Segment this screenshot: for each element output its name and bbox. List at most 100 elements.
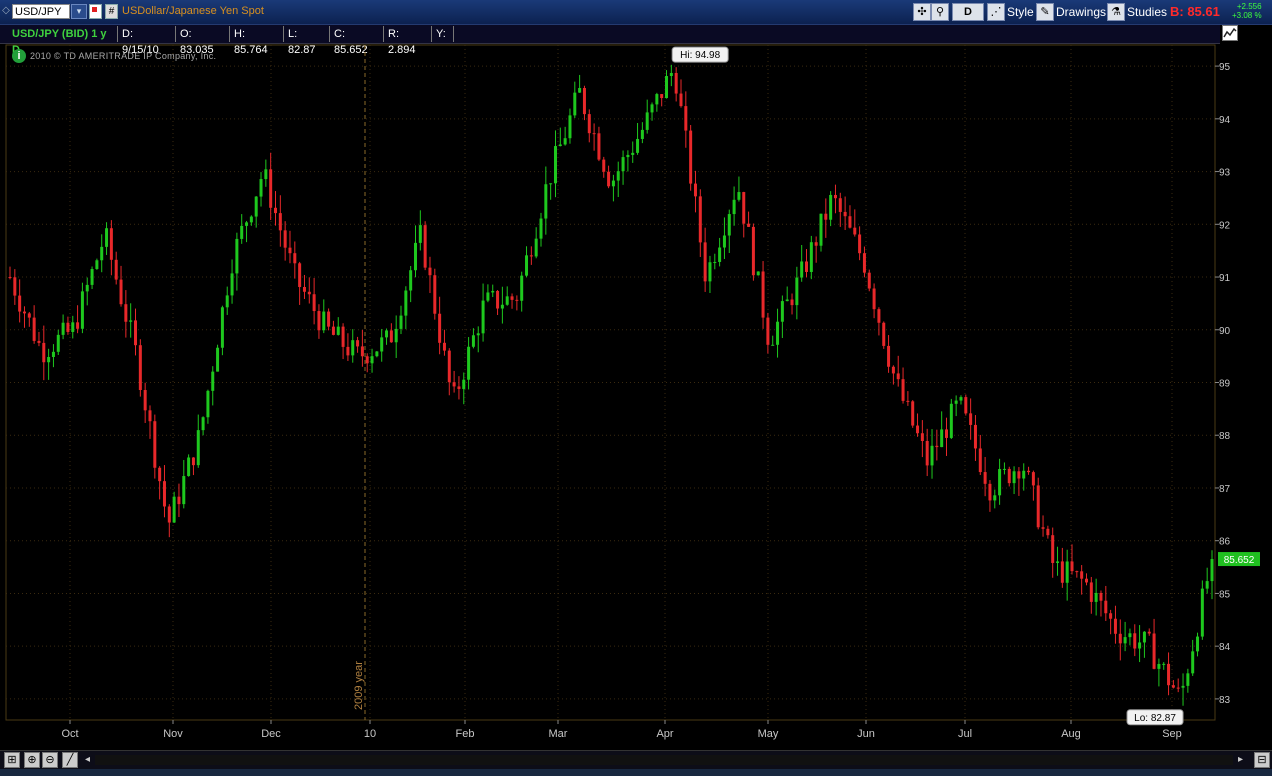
candle-body [1036,485,1040,528]
candle [669,64,673,87]
candle [457,376,461,400]
candle [27,311,31,327]
candle-body [288,247,292,254]
candle [809,235,813,280]
zoom-in-icon[interactable]: ⊕ [24,752,40,768]
crosshair-icon[interactable]: ✣ [913,3,931,21]
candle-body [862,253,866,273]
color-link-icon[interactable] [89,4,102,19]
candle [665,70,669,99]
symbol-dropdown-button[interactable]: ▾ [71,4,87,19]
horizontal-scrollbar[interactable] [95,755,1233,765]
candle-body [800,261,804,278]
candle-body [404,290,408,316]
drawings-icon[interactable]: ✎ [1036,3,1054,21]
candle [413,225,417,278]
candle [143,382,147,423]
candle [1200,580,1204,640]
candle [404,286,408,330]
candle-body [322,311,326,331]
style-button[interactable]: Style [1007,4,1034,20]
hash-button[interactable]: # [105,4,118,19]
candle [47,348,51,380]
candle [418,210,422,251]
timeframe-button[interactable]: D [952,3,984,21]
candle [674,67,678,102]
draw-line-icon[interactable]: ╱ [62,752,78,768]
candle [486,284,490,303]
candle-body [18,295,22,312]
candle-body [925,440,929,466]
candle [1002,462,1006,475]
candle [481,283,485,342]
candle-body [187,457,191,477]
candle [322,299,326,334]
candle-body [742,192,746,224]
candle [389,323,393,343]
y-tick-label: 95 [1219,62,1231,73]
candle-body [636,138,640,153]
candle [597,126,601,162]
candle [201,416,205,436]
candle [722,217,726,260]
candle [578,74,582,93]
candle [573,81,577,119]
symbol-input[interactable]: USD/JPY [12,4,70,19]
candle [211,366,215,406]
candle [891,365,895,385]
candle-body [751,226,755,276]
candle [969,398,973,440]
x-tick-label: May [758,728,779,740]
candle [882,321,886,349]
candle [930,429,934,479]
studies-button[interactable]: Studies [1127,4,1167,20]
candle-body [220,307,224,348]
style-icon[interactable]: ⋰ [987,3,1005,21]
candle-body [539,218,543,239]
studies-icon[interactable]: ⚗ [1107,3,1125,21]
expand-panel-icon[interactable]: ⊟ [1254,752,1270,768]
candle-body [90,268,94,285]
candle-body [563,138,567,145]
x-tick-label: Aug [1061,728,1081,740]
candle-body [891,366,895,374]
candle [1123,621,1127,652]
candle [529,246,533,265]
candle [71,315,75,339]
scroll-left-arrow[interactable]: ◂ [85,755,95,765]
candle-body [167,506,171,523]
candle-body [336,326,340,335]
candle-body [949,403,953,438]
candle-body [795,277,799,306]
candle [983,456,987,497]
candle [380,328,384,362]
candle [385,328,389,345]
candle-body [32,317,36,341]
candle-body [413,242,417,271]
candle-body [1012,471,1016,484]
candle [964,394,968,416]
expand-icon[interactable]: ◇ [2,4,10,19]
candle-body [476,333,480,336]
zoom-icon[interactable]: ⚲ [931,3,949,21]
candle-body [756,271,760,276]
candle-body [380,337,384,352]
candle-body [761,271,765,318]
candle [269,152,273,221]
hi-callout: Hi: 94.98 [671,46,729,63]
candle [336,317,340,336]
x-tick-label: Sep [1162,728,1182,740]
x-tick-label: Apr [656,728,673,740]
drawings-button[interactable]: Drawings [1056,4,1106,20]
zoom-out-icon[interactable]: ⊖ [42,752,58,768]
candle-body [385,330,389,338]
scroll-right-arrow[interactable]: ▸ [1238,755,1248,765]
price-chart[interactable]: Oct Nov Dec 10 Feb Mar Apr May Jun Jul Aug Sep 83 84 8… [0,38,1272,750]
candle-body [76,322,80,329]
candle [742,191,746,238]
candle-body [1157,663,1161,669]
candle-body [433,275,437,314]
candle [824,198,828,238]
candle-body [510,296,514,300]
grid-layout-icon[interactable]: ⊞ [4,752,20,768]
